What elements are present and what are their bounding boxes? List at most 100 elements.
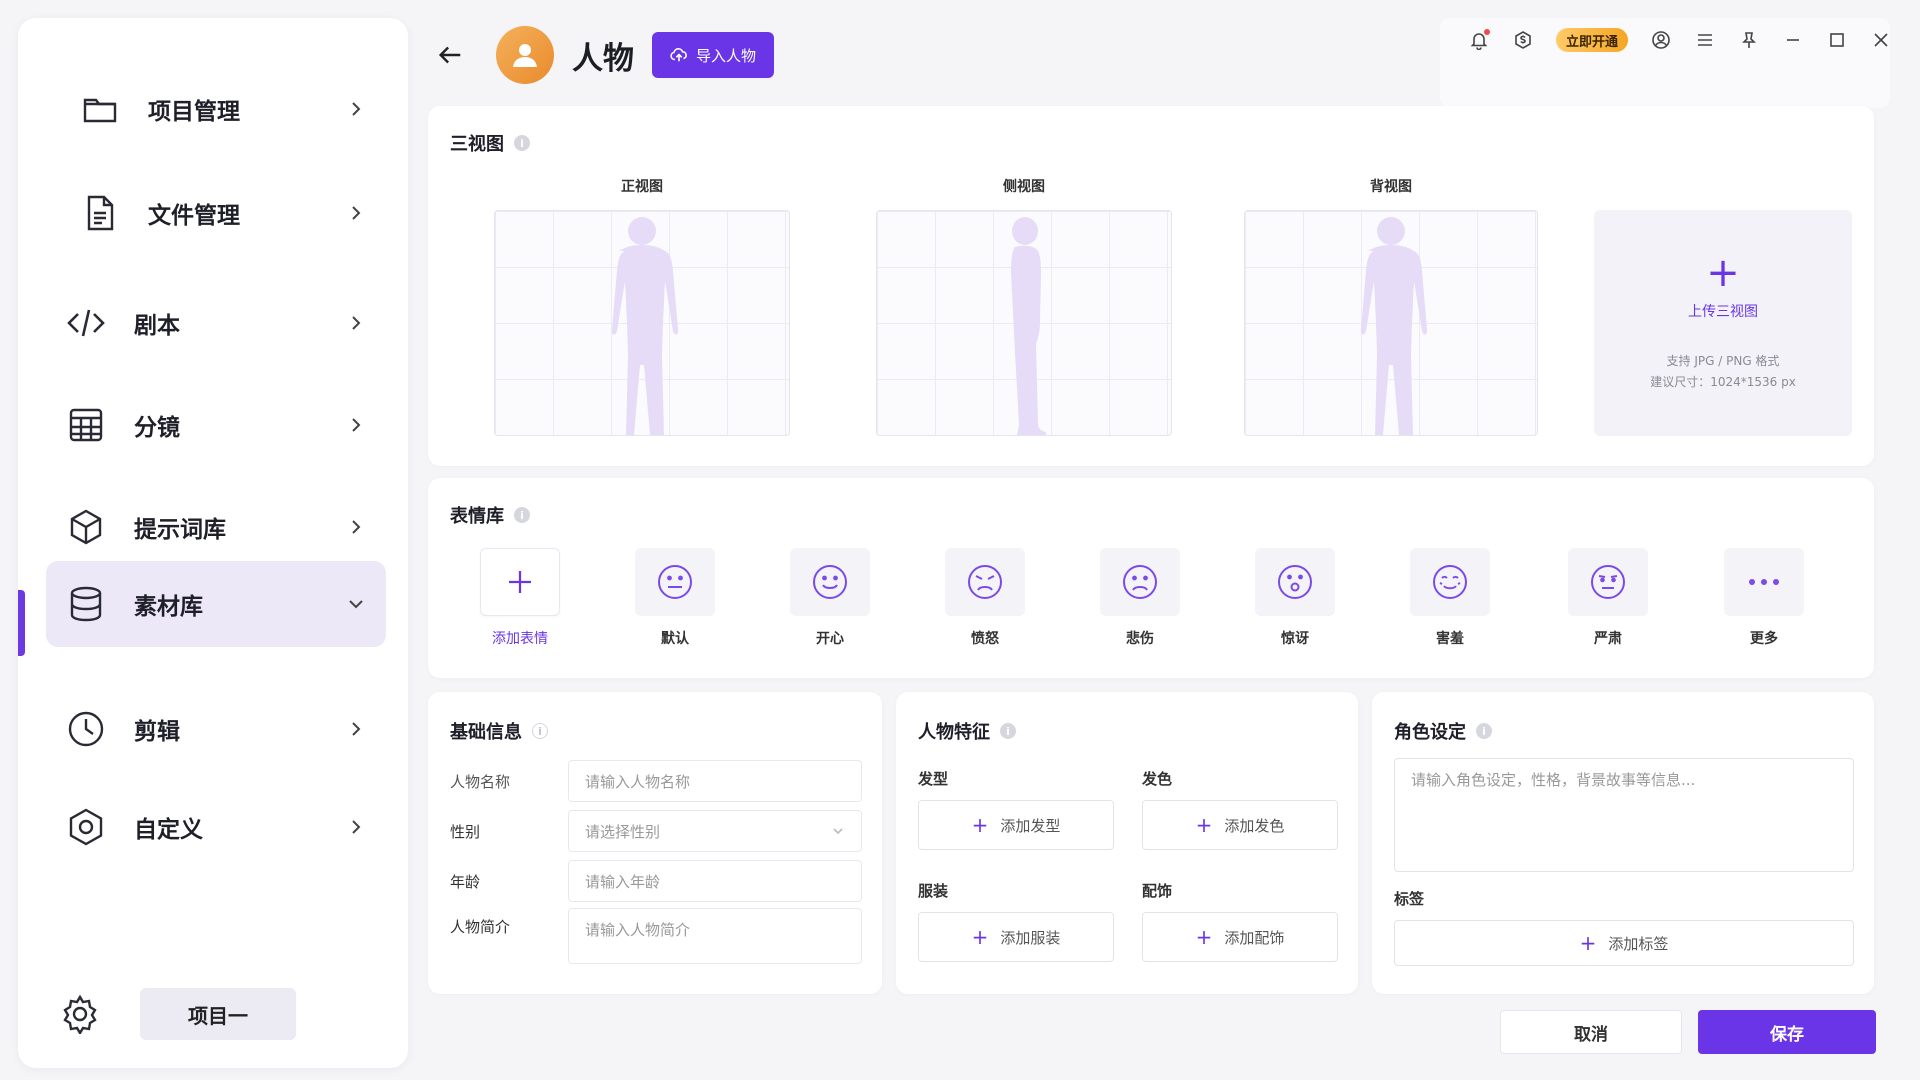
sidebar-footer: 项目一 <box>58 988 296 1040</box>
three-view-title: 三视图 i <box>450 130 530 156</box>
gender-select-placeholder: 请选择性别 <box>585 822 661 841</box>
import-character-button[interactable]: 导入人物 <box>652 32 775 78</box>
add-tag-button[interactable]: + 添加标签 <box>1394 920 1854 966</box>
smile-face-icon <box>790 548 870 616</box>
expression-angry[interactable]: 愤怒 <box>945 548 1025 648</box>
folder-icon <box>78 87 122 131</box>
angry-face-icon <box>945 548 1025 616</box>
tags-label: 标签 <box>1394 890 1425 908</box>
chevron-down-icon <box>346 594 366 614</box>
sidebar-item-storyboard[interactable]: 分镜 <box>46 382 386 468</box>
menu-button[interactable] <box>1694 29 1716 51</box>
haircolor-label: 发色 <box>1142 770 1173 788</box>
activate-vip-button[interactable]: 立即开通 <box>1555 28 1628 52</box>
side-view-box[interactable] <box>876 210 1172 436</box>
sad-face-icon <box>1100 548 1180 616</box>
expression-serious[interactable]: 严肃 <box>1568 548 1648 648</box>
expression-default[interactable]: 默认 <box>635 548 715 648</box>
side-silhouette <box>1011 217 1046 435</box>
role-setting-title: 角色设定 i <box>1394 718 1492 744</box>
expression-surprised[interactable]: 惊讶 <box>1255 548 1335 648</box>
plus-icon: + <box>1579 931 1597 955</box>
info-icon[interactable]: i <box>1476 723 1492 739</box>
character-name-input[interactable]: 请输入人物名称 <box>568 760 862 802</box>
coin-button[interactable] <box>1512 29 1534 51</box>
upload-three-view-dropzone[interactable]: + 上传三视图 支持 JPG / PNG 格式 建议尺寸：1024*1536 p… <box>1594 210 1852 436</box>
age-input[interactable]: 请输入年龄 <box>568 860 862 902</box>
sidebar-item-label: 剧本 <box>134 313 180 339</box>
maximize-button[interactable] <box>1826 29 1848 51</box>
info-icon[interactable]: i <box>532 723 548 739</box>
add-expression-button[interactable]: 添加表情 <box>480 548 560 648</box>
pin-icon <box>1742 32 1756 48</box>
maximize-icon <box>1830 33 1844 47</box>
back-view-box[interactable] <box>1244 210 1538 436</box>
back-view-column: 背视图 <box>1244 176 1538 436</box>
plus-icon <box>480 548 560 616</box>
chevron-right-icon <box>346 203 366 223</box>
avatar <box>496 26 554 84</box>
expression-label: 默认 <box>661 631 689 647</box>
add-haircolor-label: 添加发色 <box>1224 816 1285 835</box>
sidebar: 项目管理 文件管理 剧本 分镜 提示词库 素材库 剪辑 自定义 项目一 <box>18 18 408 1068</box>
sidebar-item-editing[interactable]: 剪辑 <box>46 686 386 772</box>
close-button[interactable] <box>1870 29 1892 51</box>
info-icon[interactable]: i <box>514 507 530 523</box>
current-project-chip[interactable]: 项目一 <box>140 988 296 1040</box>
sidebar-item-script[interactable]: 剧本 <box>46 280 386 366</box>
expression-library-title: 表情库 i <box>450 502 530 528</box>
expression-label: 添加表情 <box>492 631 548 647</box>
pin-button[interactable] <box>1738 29 1760 51</box>
sidebar-item-prompt-library[interactable]: 提示词库 <box>46 484 386 570</box>
add-clothing-button[interactable]: + 添加服装 <box>918 912 1114 962</box>
section-title-text: 三视图 <box>450 134 504 155</box>
user-icon <box>513 44 537 67</box>
front-view-box[interactable] <box>494 210 790 436</box>
sidebar-item-label: 项目管理 <box>148 99 240 125</box>
account-button[interactable] <box>1650 29 1672 51</box>
intro-label: 人物简介 <box>450 918 511 936</box>
back-view-label: 背视图 <box>1370 179 1412 195</box>
expression-label: 惊讶 <box>1281 631 1309 647</box>
save-button[interactable]: 保存 <box>1698 1010 1876 1054</box>
back-button[interactable] <box>430 35 470 75</box>
add-accessory-button[interactable]: + 添加配饰 <box>1142 912 1338 962</box>
minimize-button[interactable] <box>1782 29 1804 51</box>
sidebar-item-project-management[interactable]: 项目管理 <box>46 66 386 152</box>
expression-label: 更多 <box>1750 631 1778 647</box>
clock-icon <box>64 707 108 751</box>
character-features-title: 人物特征 i <box>918 718 1016 744</box>
info-icon[interactable]: i <box>1000 723 1016 739</box>
expression-more[interactable]: 更多 <box>1724 548 1804 648</box>
expression-sad[interactable]: 悲伤 <box>1100 548 1180 648</box>
age-label: 年龄 <box>450 872 481 891</box>
sidebar-item-asset-library[interactable]: 素材库 <box>46 561 386 647</box>
side-view-label: 侧视图 <box>1003 179 1045 195</box>
section-title-text: 表情库 <box>450 506 504 527</box>
add-clothing-label: 添加服装 <box>1000 928 1061 947</box>
serious-face-icon <box>1568 548 1648 616</box>
user-circle-icon <box>1652 31 1670 49</box>
cancel-button[interactable]: 取消 <box>1500 1010 1682 1054</box>
sidebar-item-file-management[interactable]: 文件管理 <box>46 170 386 256</box>
section-title-text: 角色设定 <box>1394 722 1466 743</box>
accessory-label: 配饰 <box>1142 882 1173 900</box>
notification-button[interactable] <box>1468 29 1490 51</box>
coin-shield-icon <box>1515 31 1531 49</box>
info-icon[interactable]: i <box>514 135 530 151</box>
role-setting-textarea[interactable]: 请输入角色设定，性格，背景故事等信息... <box>1394 758 1854 872</box>
plus-icon: + <box>971 813 989 837</box>
expression-happy[interactable]: 开心 <box>790 548 870 648</box>
page-title: 人物 <box>572 40 634 77</box>
gender-select[interactable]: 请选择性别 <box>568 810 862 852</box>
add-hairstyle-button[interactable]: + 添加发型 <box>918 800 1114 850</box>
add-haircolor-button[interactable]: + 添加发色 <box>1142 800 1338 850</box>
storyboard-icon <box>64 403 108 447</box>
chevron-right-icon <box>346 415 366 435</box>
gear-icon[interactable] <box>58 992 102 1036</box>
name-label: 人物名称 <box>450 772 511 791</box>
chevron-right-icon <box>346 817 366 837</box>
expression-shy[interactable]: 害羞 <box>1410 548 1490 648</box>
sidebar-item-custom[interactable]: 自定义 <box>46 784 386 870</box>
character-intro-input[interactable]: 请输入人物简介 <box>568 908 862 964</box>
